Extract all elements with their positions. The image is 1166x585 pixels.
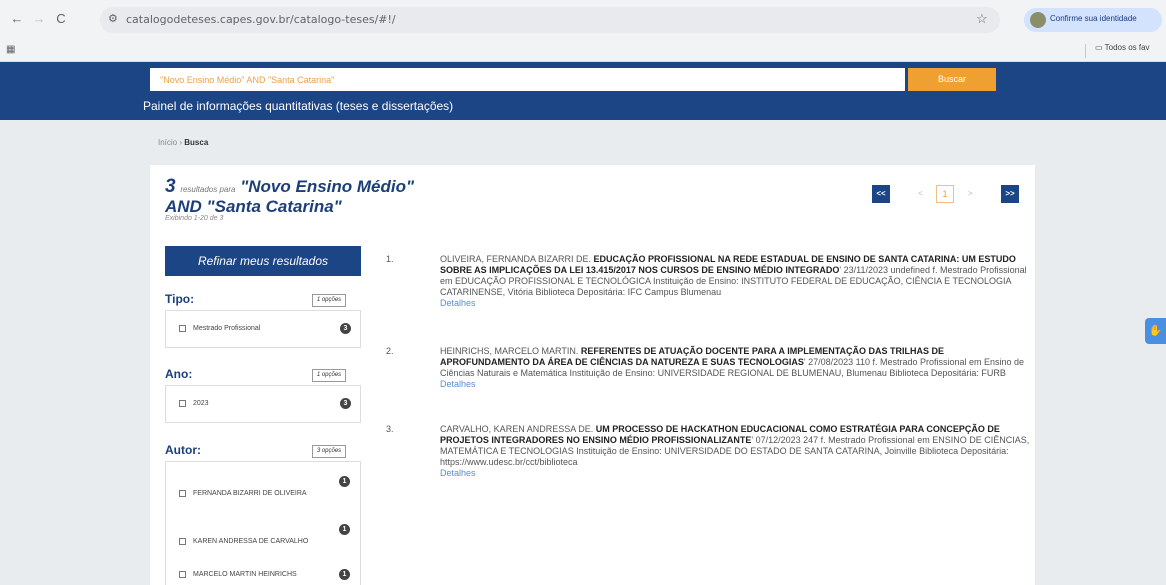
- details-link[interactable]: Detalhes: [440, 379, 1030, 390]
- back-icon[interactable]: ←: [8, 10, 26, 28]
- bookmarks-folder[interactable]: ▭ Todos os fav: [1095, 43, 1150, 52]
- breadcrumb-separator: ›: [179, 138, 183, 147]
- avatar: [1030, 12, 1046, 28]
- result-number: 1.: [386, 254, 394, 264]
- facet-title-tipo: Tipo:: [165, 292, 195, 306]
- site-info-icon[interactable]: ⚙: [108, 12, 118, 25]
- facet-item-label: 2023: [193, 400, 209, 407]
- result-author: OLIVEIRA, FERNANDA BIZARRI DE.: [440, 254, 592, 264]
- accessibility-widget-icon[interactable]: ✋: [1145, 318, 1166, 344]
- facet-checkbox[interactable]: [179, 400, 186, 407]
- result-item: 2. HEINRICHS, MARCELO MARTIN. REFERENTES…: [386, 346, 1030, 390]
- facet-checkbox[interactable]: [179, 490, 186, 497]
- bookmarks-bar: ▦ ▭ Todos os fav: [0, 40, 1166, 62]
- profile-chip[interactable]: Confirme sua identidade: [1024, 8, 1162, 32]
- result-author: CARVALHO, KAREN ANDRESSA DE.: [440, 424, 594, 434]
- apps-grid-icon[interactable]: ▦: [6, 44, 15, 55]
- details-link[interactable]: Detalhes: [440, 298, 1030, 309]
- bookmarks-folder-label: Todos os fav: [1104, 43, 1150, 52]
- profile-label: Confirme sua identidade: [1050, 14, 1137, 23]
- refine-results-button[interactable]: Refinar meus resultados: [165, 246, 361, 276]
- next-page-button[interactable]: >: [968, 189, 973, 198]
- breadcrumb-current: Busca: [184, 138, 209, 147]
- facet-box-autor: 1 FERNANDA BIZARRI DE OLIVEIRA 1 KAREN A…: [165, 461, 361, 585]
- results-panel: 3 resultados para "Novo Ensino Médio" AN…: [150, 165, 1035, 585]
- browser-toolbar: ← → C ⚙ catalogodeteses.capes.gov.br/cat…: [0, 0, 1166, 40]
- results-count: 3: [165, 176, 176, 197]
- facet-item-label: KAREN ANDRESSA DE CARVALHO: [193, 538, 309, 545]
- results-query: "Novo Ensino Médio" AND "Santa Catarina": [165, 177, 415, 216]
- facet-title-autor: Autor:: [165, 443, 201, 457]
- facet-item-label: FERNANDA BIZARRI DE OLIVEIRA: [193, 490, 307, 497]
- facet-options-tipo[interactable]: 1 opções: [312, 294, 346, 307]
- prev-page-button[interactable]: <: [918, 189, 923, 198]
- panel-link[interactable]: Painel de informações quantitativas (tes…: [143, 99, 453, 113]
- facet-count-badge: 3: [340, 323, 351, 334]
- facet-count-badge: 3: [340, 398, 351, 409]
- result-number: 2.: [386, 346, 394, 356]
- facet-title-ano: Ano:: [165, 367, 193, 381]
- result-number: 3.: [386, 424, 394, 434]
- facet-item-label: MARCELO MARTIN HEINRICHS: [193, 571, 297, 578]
- last-page-button[interactable]: >>: [1001, 185, 1019, 203]
- result-author: HEINRICHS, MARCELO MARTIN.: [440, 346, 579, 356]
- facet-checkbox[interactable]: [179, 571, 186, 578]
- site-header: Buscar Painel de informações quantitativ…: [0, 62, 1166, 120]
- facet-item-label: Mestrado Profissional: [193, 325, 261, 332]
- address-bar[interactable]: ⚙ catalogodeteses.capes.gov.br/catalogo-…: [100, 7, 1000, 33]
- first-page-button[interactable]: <<: [872, 185, 890, 203]
- bookmark-star-icon[interactable]: ☆: [976, 11, 988, 27]
- results-for-label: resultados para: [180, 185, 236, 194]
- result-text: CARVALHO, KAREN ANDRESSA DE. UM PROCESSO…: [440, 424, 1030, 468]
- result-text: OLIVEIRA, FERNANDA BIZARRI DE. EDUCAÇÃO …: [440, 254, 1030, 298]
- reload-icon[interactable]: C: [52, 10, 70, 28]
- facet-checkbox[interactable]: [179, 538, 186, 545]
- breadcrumb-home[interactable]: Início: [158, 138, 177, 147]
- bookmarks-divider: [1085, 44, 1086, 58]
- forward-icon[interactable]: →: [30, 10, 48, 28]
- breadcrumb: Início › Busca: [158, 138, 208, 147]
- result-item: 1. OLIVEIRA, FERNANDA BIZARRI DE. EDUCAÇ…: [386, 254, 1030, 309]
- details-link[interactable]: Detalhes: [440, 468, 1030, 479]
- search-input[interactable]: [150, 68, 905, 91]
- facet-box-ano: 2023 3: [165, 385, 361, 423]
- result-text: HEINRICHS, MARCELO MARTIN. REFERENTES DE…: [440, 346, 1030, 379]
- result-item: 3. CARVALHO, KAREN ANDRESSA DE. UM PROCE…: [386, 424, 1030, 479]
- facet-checkbox[interactable]: [179, 325, 186, 332]
- facet-count-badge: 1: [339, 476, 350, 487]
- facet-count-badge: 1: [339, 569, 350, 580]
- url-text: catalogodeteses.capes.gov.br/catalogo-te…: [126, 13, 396, 26]
- facet-options-autor[interactable]: 3 opções: [312, 445, 346, 458]
- showing-range: Exibindo 1-20 de 3: [165, 215, 224, 222]
- results-title: 3 resultados para "Novo Ensino Médio" AN…: [165, 176, 445, 216]
- facet-box-tipo: Mestrado Profissional 3: [165, 310, 361, 348]
- facet-options-ano[interactable]: 1 opções: [312, 369, 346, 382]
- facet-count-badge: 1: [339, 524, 350, 535]
- current-page[interactable]: 1: [936, 185, 954, 203]
- search-button[interactable]: Buscar: [908, 68, 996, 91]
